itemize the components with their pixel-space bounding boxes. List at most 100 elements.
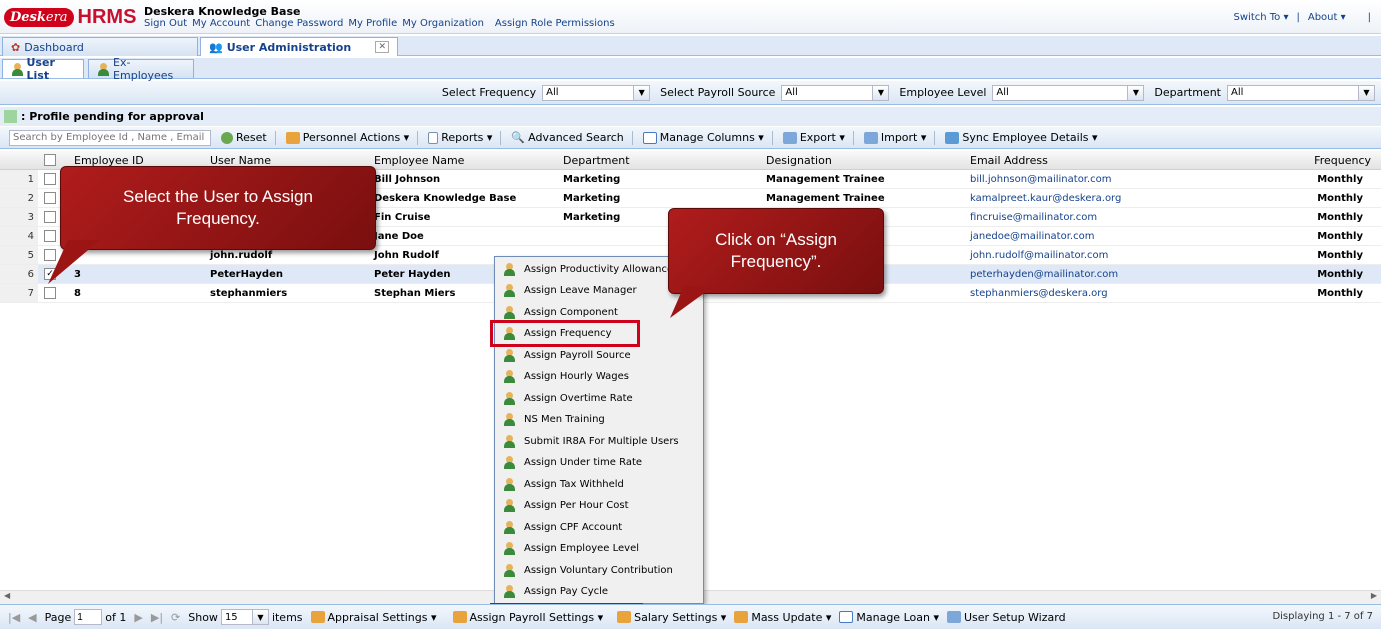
department-filter-select[interactable]: All ▼ <box>1227 84 1375 101</box>
assign-payroll-settings-button[interactable]: Assign Payroll Settings ▾ <box>452 611 603 624</box>
col-department[interactable]: Department <box>563 154 630 167</box>
user-icon <box>97 62 110 76</box>
columns-icon <box>642 131 657 144</box>
chevron-down-icon[interactable]: ▼ <box>1358 85 1374 100</box>
employee-search-input[interactable] <box>9 129 211 146</box>
payroll-source-filter-select[interactable]: All ▼ <box>781 84 890 101</box>
user-setup-wizard-button[interactable]: User Setup Wizard <box>946 611 1066 624</box>
chevron-down-icon[interactable]: ▼ <box>633 85 650 100</box>
user-icon <box>11 62 23 76</box>
chevron-down-icon[interactable]: ▼ <box>1127 85 1144 100</box>
prev-page-icon[interactable]: ◀ <box>28 611 36 624</box>
menu-item-assign-hourly-wages[interactable]: Assign Hourly Wages <box>495 366 703 387</box>
page-number-input[interactable] <box>74 609 103 625</box>
export-button[interactable]: Export ▾ <box>782 131 845 144</box>
user-icon <box>503 499 516 512</box>
refresh-icon[interactable]: ⟳ <box>171 611 180 624</box>
menu-item-assign-overtime-rate[interactable]: Assign Overtime Rate <box>495 388 703 409</box>
user-icon <box>503 564 516 577</box>
cell-user-name: john.rudolf <box>210 250 273 261</box>
menu-item-assign-under-time-rate[interactable]: Assign Under time Rate <box>495 452 703 473</box>
department-filter-label: Department <box>1154 86 1221 99</box>
user-icon <box>503 521 516 534</box>
sync-employee-details-button[interactable]: Sync Employee Details ▾ <box>945 131 1098 144</box>
col-employee-name[interactable]: Employee Name <box>374 154 464 167</box>
col-designation[interactable]: Designation <box>766 154 832 167</box>
cell-frequency: Monthly <box>1317 174 1363 185</box>
col-email[interactable]: Email Address <box>970 154 1048 167</box>
menu-item-ns-men-training[interactable]: NS Men Training <box>495 409 703 430</box>
user-icon <box>503 306 516 319</box>
my-account-link[interactable]: My Account <box>192 18 250 29</box>
cell-email: john.rudolf@mailinator.com <box>970 250 1109 261</box>
close-tab-icon[interactable]: ✕ <box>375 41 389 53</box>
frequency-filter-select[interactable]: All ▼ <box>542 84 651 101</box>
sign-out-link[interactable]: Sign Out <box>144 18 187 29</box>
page-size-select[interactable]: 15 ▼ <box>220 609 269 625</box>
manage-loan-button[interactable]: Manage Loan ▾ <box>839 611 939 624</box>
switch-to-menu[interactable]: Switch To ▾ <box>1234 12 1289 23</box>
menu-item-assign-voluntary-contribution[interactable]: Assign Voluntary Contribution <box>495 560 703 581</box>
assign-role-permissions-link[interactable]: Assign Role Permissions <box>495 18 615 29</box>
sub-tab-strip: User List Ex-Employees <box>0 56 1381 82</box>
row-checkbox[interactable] <box>44 173 56 185</box>
manage-columns-button[interactable]: Manage Columns ▾ <box>642 131 764 144</box>
row-checkbox[interactable] <box>44 192 56 204</box>
deskera-logo[interactable]: Deskera HRMS <box>4 4 136 30</box>
user-icon <box>503 478 516 491</box>
displaying-count: Displaying 1 - 7 of 7 <box>1272 611 1373 622</box>
cell-email: fincruise@mailinator.com <box>970 212 1098 223</box>
scroll-right-icon[interactable]: ▶ <box>1371 591 1377 600</box>
tab-ex-employees[interactable]: Ex-Employees <box>88 56 194 82</box>
menu-item-assign-employee-level[interactable]: Assign Employee Level <box>495 538 703 559</box>
row-number: 1 <box>0 170 38 188</box>
reset-button[interactable]: Reset <box>221 131 267 144</box>
my-profile-link[interactable]: My Profile <box>348 18 397 29</box>
menu-item-assign-payroll-source[interactable]: Assign Payroll Source <box>495 345 703 366</box>
row-number: 2 <box>0 189 38 207</box>
row-checkbox[interactable] <box>44 211 56 223</box>
change-password-link[interactable]: Change Password <box>255 18 343 29</box>
page-label-group: Page of 1 <box>45 609 126 625</box>
loan-icon <box>839 611 854 623</box>
app-header: Deskera HRMS Deskera Knowledge Base Sign… <box>0 0 1381 34</box>
cell-email: janedoe@mailinator.com <box>970 231 1095 242</box>
chevron-down-icon[interactable]: ▼ <box>251 610 268 624</box>
advanced-search-button[interactable]: 🔍 Advanced Search <box>511 131 623 144</box>
toolbar-separator <box>500 130 502 145</box>
employee-level-filter-select[interactable]: All ▼ <box>992 84 1145 101</box>
menu-item-assign-tax-withheld[interactable]: Assign Tax Withheld <box>495 474 703 495</box>
cell-email: bill.johnson@mailinator.com <box>970 174 1112 185</box>
reports-button[interactable]: Reports ▾ <box>428 131 492 144</box>
cell-email: kamalpreet.kaur@deskera.org <box>970 193 1122 204</box>
scroll-left-icon[interactable]: ◀ <box>4 591 10 600</box>
appraisal-settings-button[interactable]: Appraisal Settings ▾ <box>310 611 437 624</box>
mass-update-button[interactable]: Mass Update ▾ <box>734 611 831 624</box>
first-page-icon[interactable]: |◀ <box>8 611 20 624</box>
cell-designation: Management Trainee <box>766 174 885 185</box>
next-page-icon[interactable]: ▶ <box>134 611 142 624</box>
row-number: 7 <box>0 284 38 302</box>
assign-frequency-callout-pointer <box>670 286 714 318</box>
import-button[interactable]: Import ▾ <box>863 131 926 144</box>
user-icon <box>503 413 516 426</box>
personnel-actions-button[interactable]: Personnel Actions ▾ <box>285 131 409 144</box>
tab-dashboard[interactable]: ✿ Dashboard <box>2 37 198 56</box>
toolbar-separator <box>417 130 419 145</box>
user-admin-icon: 👥 <box>209 40 223 54</box>
menu-item-assign-per-hour-cost[interactable]: Assign Per Hour Cost <box>495 495 703 516</box>
sync-icon <box>945 131 960 144</box>
about-menu[interactable]: About ▾ <box>1308 12 1346 23</box>
cell-user-name: PeterHayden <box>210 269 283 280</box>
menu-item-submit-ir8a[interactable]: Submit IR8A For Multiple Users <box>495 431 703 452</box>
menu-item-assign-pay-cycle[interactable]: Assign Pay Cycle <box>495 581 703 602</box>
salary-settings-button[interactable]: Salary Settings ▾ <box>617 611 726 624</box>
col-frequency[interactable]: Frequency <box>1314 154 1371 167</box>
select-all-checkbox[interactable] <box>44 154 56 166</box>
tab-user-administration[interactable]: 👥 User Administration ✕ <box>200 37 398 56</box>
last-page-icon[interactable]: ▶| <box>151 611 163 624</box>
my-organization-link[interactable]: My Organization <box>402 18 484 29</box>
chevron-down-icon[interactable]: ▼ <box>872 85 889 100</box>
menu-item-assign-cpf-account[interactable]: Assign CPF Account <box>495 517 703 538</box>
tab-user-list[interactable]: User List <box>2 56 84 82</box>
